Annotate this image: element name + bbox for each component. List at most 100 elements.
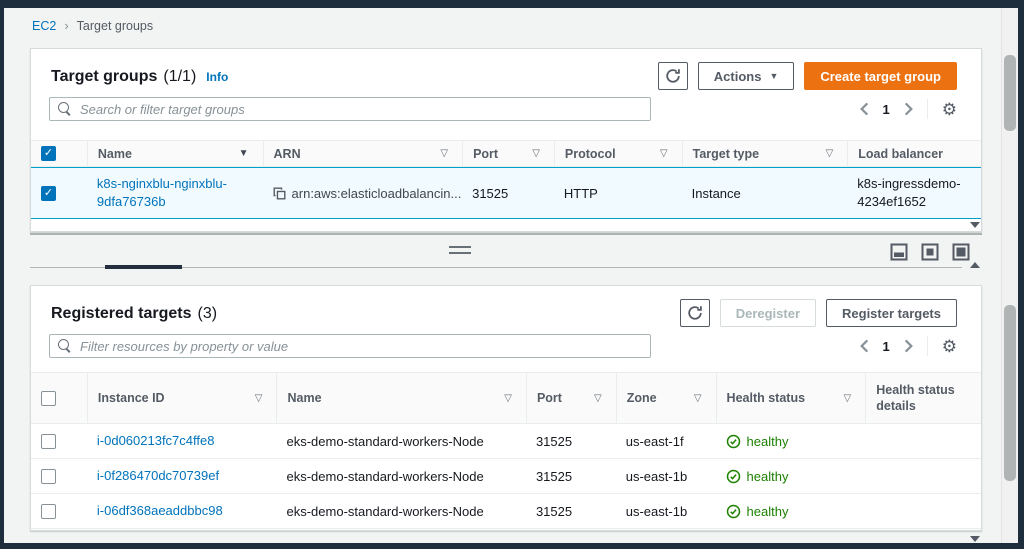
search-icon (58, 339, 71, 352)
target-group-name-link[interactable]: k8s-nginxblu-nginxblu-9dfa76736b (97, 175, 251, 211)
scroll-up-icon[interactable] (970, 262, 980, 268)
table-row[interactable]: ✓ i-06df368aeaddbbc98 eks-demo-standard-… (31, 494, 981, 529)
port-cell: 31525 (535, 433, 573, 449)
next-page-button[interactable] (904, 339, 913, 353)
search-input[interactable] (49, 97, 651, 121)
chevron-left-icon (859, 102, 868, 116)
copy-icon[interactable] (273, 187, 286, 200)
settings-gear-icon[interactable]: ⚙ (942, 338, 957, 355)
instance-id-link[interactable]: i-06df368aeaddbbc98 (97, 502, 223, 520)
target-type-cell: Instance (691, 185, 741, 201)
divider (926, 336, 928, 356)
target-groups-count: (1/1) (163, 68, 197, 85)
row-checkbox[interactable]: ✓ (41, 503, 56, 519)
status-badge: healthy (726, 434, 788, 449)
filter-input[interactable] (49, 334, 651, 358)
panel-position-full-icon[interactable] (952, 243, 970, 261)
column-header-name[interactable]: Name ▽ (276, 373, 525, 423)
scroll-down-icon[interactable] (970, 536, 980, 542)
registered-targets-toolbar: Deregister Register targets (679, 299, 957, 327)
row-checkbox[interactable]: ✓ (41, 433, 56, 449)
table-row[interactable]: ✓ i-0d060213fc7c4ffe8 eks-demo-standard-… (31, 424, 981, 459)
scroll-down-icon[interactable] (970, 222, 980, 228)
sort-icon[interactable]: ▽ (440, 148, 448, 159)
sort-icon[interactable]: ▽ (660, 148, 668, 159)
instance-id-link[interactable]: i-0f286470dc70739ef (97, 467, 219, 485)
column-header-health-status-details[interactable]: Health status details (865, 373, 981, 423)
zone-cell: us-east-1f (625, 433, 684, 449)
load-balancer-cell: k8s-ingressdemo-4234ef1652 (857, 175, 961, 209)
instance-id-cell: i-0f286470dc70739ef (87, 467, 277, 485)
chevron-right-icon (904, 102, 913, 116)
check-icon: ✓ (43, 186, 54, 199)
table-row-selected[interactable]: ✓ k8s-nginxblu-nginxblu-9dfa76736b arn:a… (31, 167, 981, 219)
breadcrumb-ec2-link[interactable]: EC2 (32, 19, 56, 33)
sort-icon[interactable]: ▽ (844, 393, 852, 404)
page-title: Target groups (51, 68, 158, 85)
previous-page-button[interactable] (859, 339, 869, 353)
active-tab-indicator[interactable] (105, 265, 182, 269)
health-status-cell: healthy (716, 469, 866, 484)
settings-gear-icon[interactable]: ⚙ (942, 101, 957, 118)
arn-cell: arn:aws:elasticloadbalancin... (263, 186, 463, 201)
deregister-button[interactable]: Deregister (719, 299, 817, 327)
register-targets-button[interactable]: Register targets (826, 299, 957, 327)
name-cell: k8s-nginxblu-nginxblu-9dfa76736b (87, 175, 263, 211)
healthy-icon (726, 504, 740, 518)
instance-id-link[interactable]: i-0d060213fc7c4ffe8 (97, 432, 215, 450)
arn-text: arn:aws:elasticloadbalancin... (291, 185, 462, 201)
column-header-name[interactable]: Name ▼ (86, 141, 263, 166)
select-all-checkbox[interactable]: ✓ (41, 390, 56, 406)
target-groups-panel: Target groups (1/1) Info Actions ▼ Creat… (30, 48, 982, 322)
previous-page-button[interactable] (859, 102, 869, 116)
refresh-button[interactable] (679, 299, 710, 327)
breadcrumb-current: Target groups (76, 18, 154, 33)
vertical-scrollbar[interactable] (1001, 8, 1018, 543)
sort-icon[interactable]: ▼ (239, 148, 249, 159)
sort-icon[interactable]: ▽ (255, 393, 263, 404)
column-header-port[interactable]: Port ▽ (525, 373, 616, 423)
column-header-instance-id[interactable]: Instance ID ▽ (86, 373, 277, 423)
filter-box (49, 334, 651, 358)
column-header-zone[interactable]: Zone ▽ (615, 373, 716, 423)
vertical-scrollbar-thumb[interactable] (1004, 305, 1016, 481)
row-checkbox[interactable]: ✓ (41, 185, 56, 201)
column-header-protocol[interactable]: Protocol ▽ (553, 141, 682, 166)
vertical-scrollbar-thumb[interactable] (1004, 55, 1016, 131)
column-header-load-balancer[interactable]: Load balancer (847, 141, 981, 166)
check-icon: ✓ (43, 147, 54, 159)
column-header-health-status[interactable]: Health status ▽ (715, 373, 866, 423)
port-cell: 31525 (535, 503, 573, 519)
breadcrumb: EC2 › Target groups (32, 18, 153, 33)
sort-icon[interactable]: ▽ (504, 393, 512, 404)
sort-icon[interactable]: ▽ (694, 393, 702, 404)
name-cell: eks-demo-standard-workers-Node (286, 433, 484, 449)
split-panel-drag-handle[interactable] (449, 246, 471, 254)
registered-targets-title: Registered targets (51, 305, 192, 322)
row-checkbox-cell: ✓ (31, 503, 87, 519)
sort-icon[interactable]: ▽ (594, 393, 602, 404)
sort-icon[interactable]: ▽ (532, 148, 540, 159)
healthy-icon (726, 469, 740, 483)
actions-button[interactable]: Actions ▼ (697, 62, 795, 90)
zone-cell: us-east-1b (625, 503, 688, 519)
row-checkbox[interactable]: ✓ (41, 468, 56, 484)
info-link[interactable]: Info (206, 70, 228, 84)
select-all-checkbox[interactable]: ✓ (41, 146, 56, 161)
registered-targets-filter-row: 1 ⚙ (49, 334, 957, 358)
zone-cell: us-east-1b (625, 468, 688, 484)
refresh-icon (688, 306, 702, 320)
table-row[interactable]: ✓ i-0f286470dc70739ef eks-demo-standard-… (31, 459, 981, 494)
name-cell: eks-demo-standard-workers-Node (286, 468, 484, 484)
create-target-group-button[interactable]: Create target group (804, 62, 957, 90)
sort-icon[interactable]: ▽ (826, 148, 834, 159)
column-header-port[interactable]: Port ▽ (462, 141, 554, 166)
breadcrumb-chevron-icon: › (64, 18, 69, 33)
panel-position-bottom-icon[interactable] (890, 243, 908, 261)
column-header-arn[interactable]: ARN ▽ (262, 141, 463, 166)
status-badge: healthy (726, 469, 788, 484)
panel-position-center-icon[interactable] (921, 243, 939, 261)
column-header-target-type[interactable]: Target type ▽ (681, 141, 848, 166)
next-page-button[interactable] (904, 102, 913, 116)
refresh-button[interactable] (657, 62, 688, 90)
